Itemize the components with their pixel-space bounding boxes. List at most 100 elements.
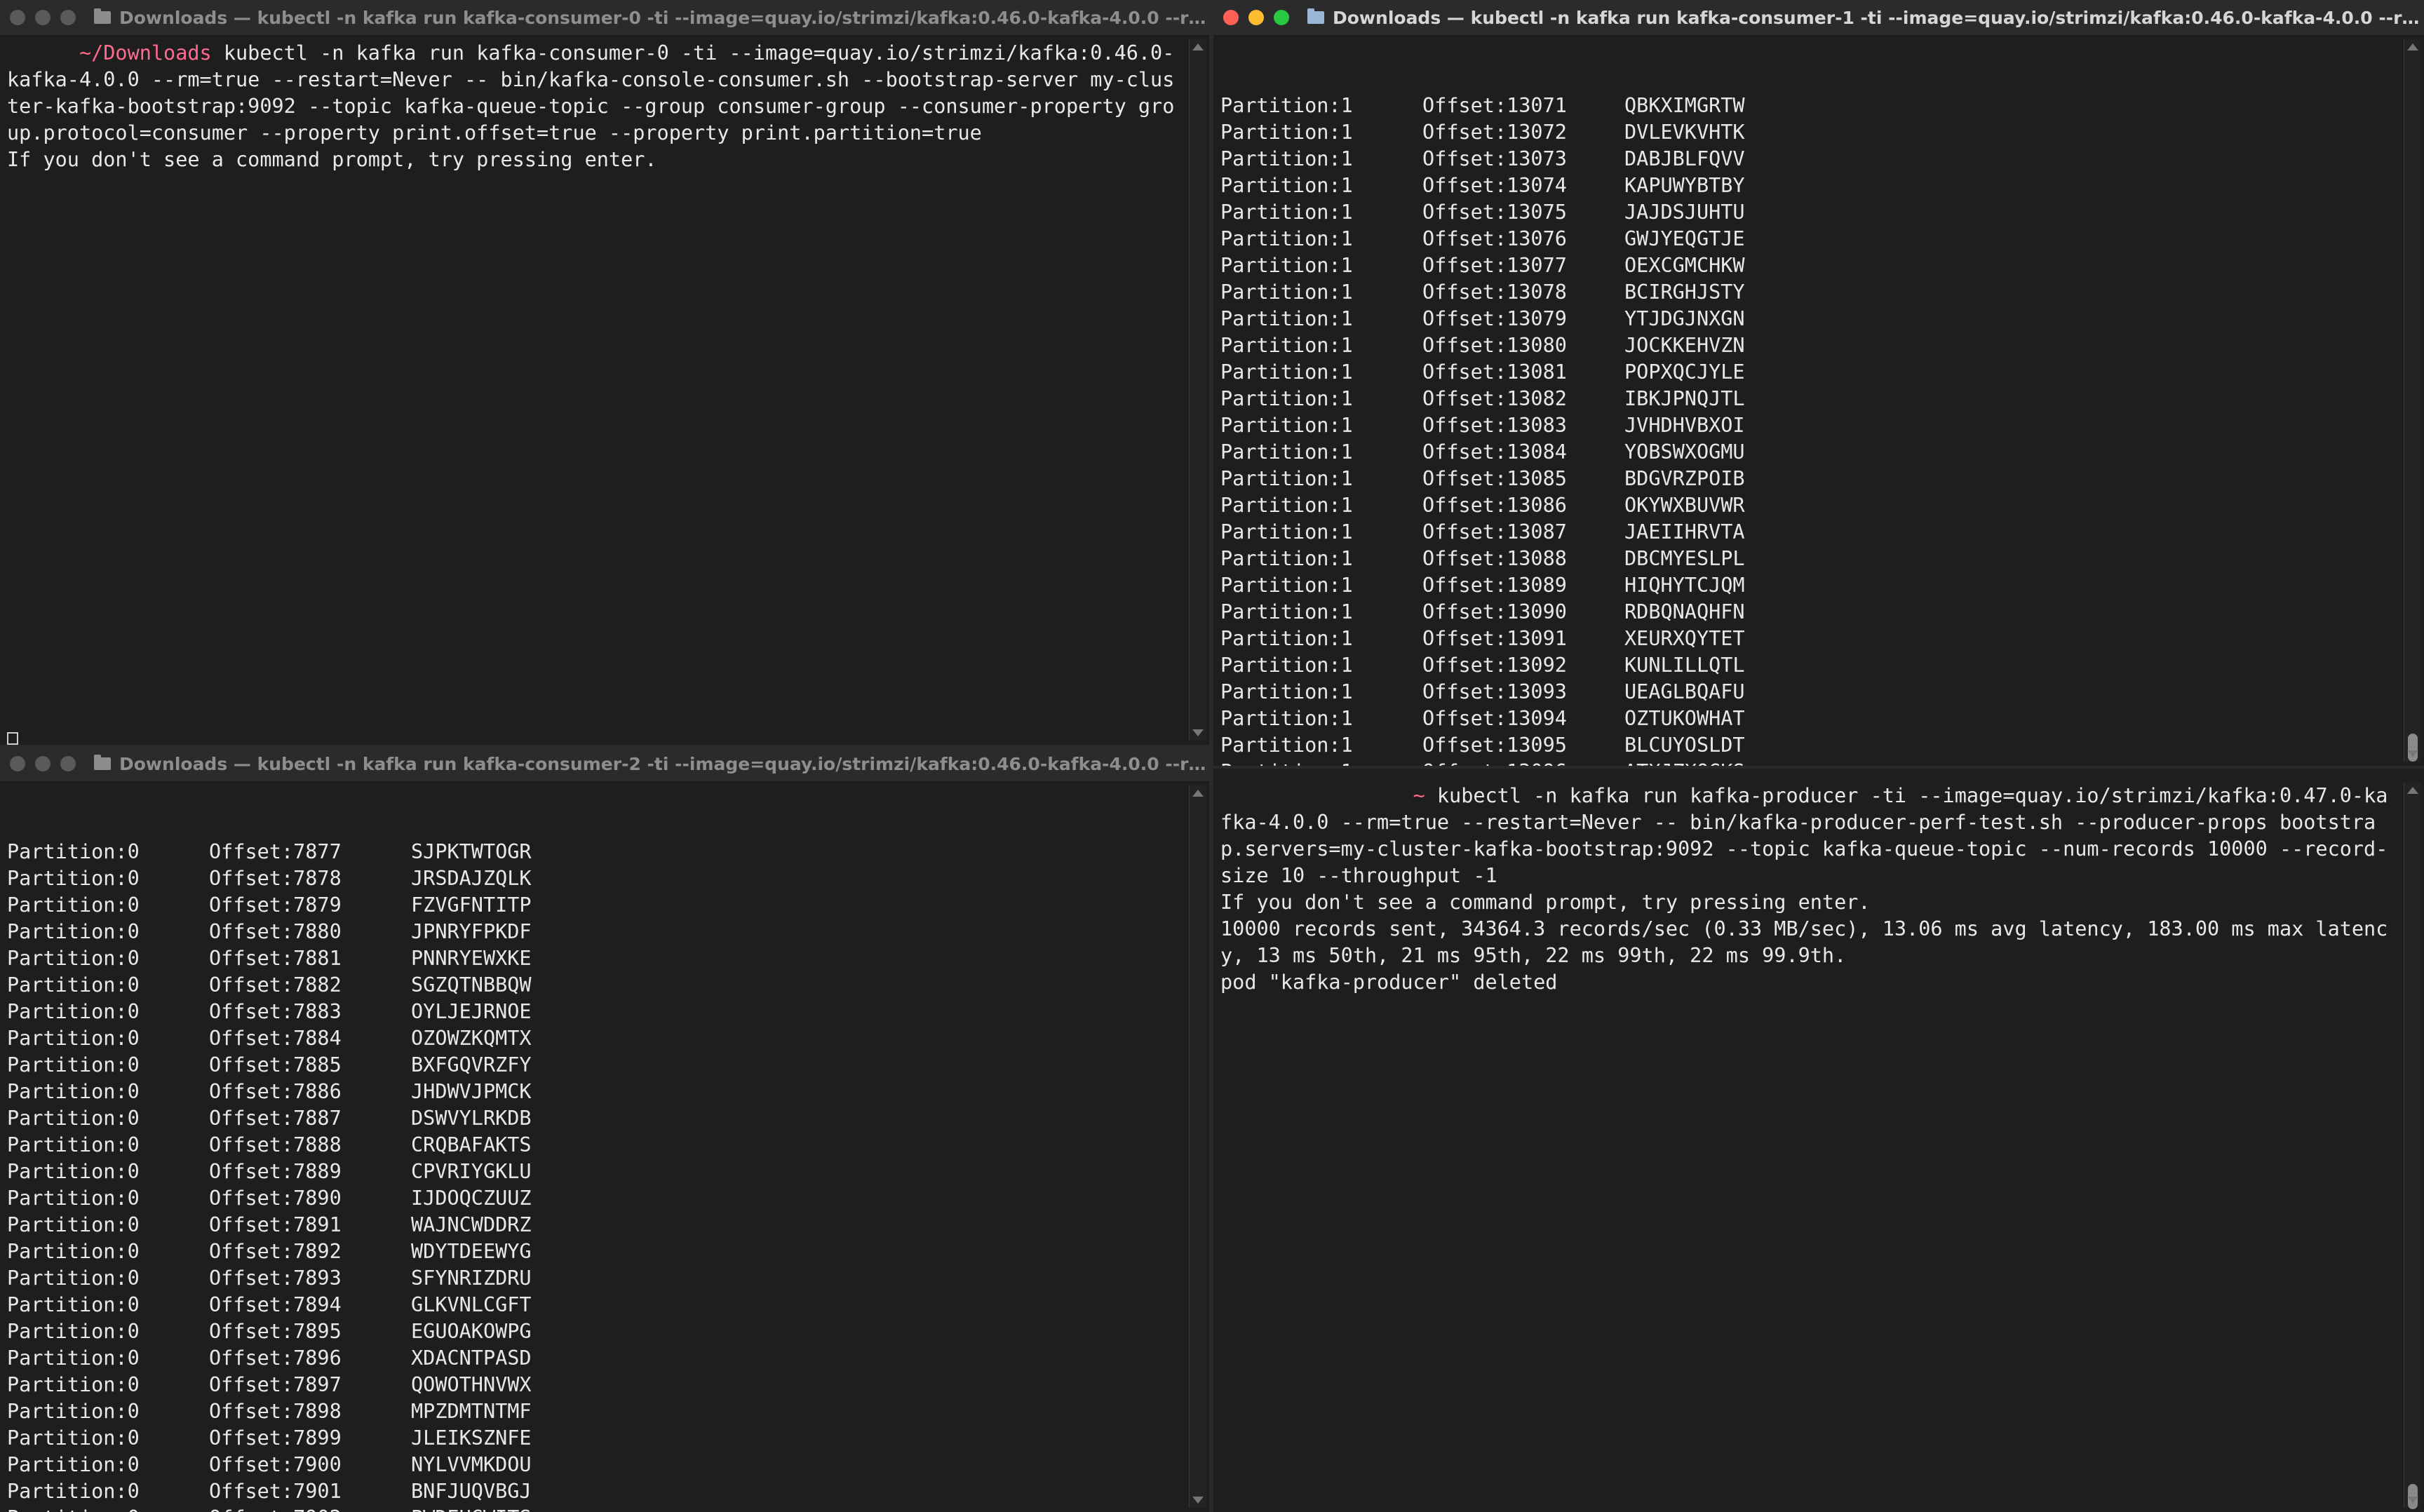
partition-cell: Partition:0 (7, 893, 140, 917)
hint-text: If you don't see a command prompt, try p… (7, 148, 657, 171)
record-row: Partition:0 Offset:7900 NYLVVMKDOU (7, 1452, 1181, 1478)
scrollbar[interactable] (2404, 783, 2421, 1509)
prompt-path: ~ (1413, 784, 1425, 807)
scroll-down-icon[interactable] (2407, 750, 2418, 757)
record-row: Partition:0 Offset:7886 JHDWVJPMCK (7, 1079, 1181, 1105)
value-cell: WAJNCWDDRZ (411, 1213, 532, 1236)
offset-cell: Offset:7887 (209, 1107, 342, 1130)
record-row: Partition:1 Offset:13082 IBKJPNQJTL (1220, 386, 2396, 412)
record-row: Partition:1 Offset:13072 DVLEVKVHTK (1220, 119, 2396, 146)
zoom-icon[interactable] (60, 756, 76, 771)
offset-cell: Offset:13085 (1422, 467, 1567, 490)
partition-cell: Partition:0 (7, 1107, 140, 1130)
value-cell: QBKXIMGRTW (1624, 94, 1745, 117)
value-cell: XEURXQYTET (1624, 627, 1745, 650)
offset-cell: Offset:13082 (1422, 387, 1567, 410)
value-cell: OYLJEJRNOE (411, 1000, 532, 1023)
value-cell: POPXQCJYLE (1624, 360, 1745, 384)
zoom-icon[interactable] (60, 10, 76, 25)
offset-cell: Offset:13076 (1422, 227, 1567, 250)
scroll-down-icon[interactable] (1192, 729, 1204, 736)
scrollbar[interactable] (1189, 785, 1206, 1508)
folder-icon (94, 755, 111, 770)
value-cell: JVHDHVBXOI (1624, 414, 1745, 437)
partition-cell: Partition:1 (1220, 94, 1353, 117)
offset-cell: Offset:13071 (1422, 94, 1567, 117)
title-bar[interactable]: Downloads — kubectl -n kafka run kafka-c… (0, 746, 1209, 783)
value-cell: OZOWZKQMTX (411, 1027, 532, 1050)
title-bar[interactable]: Downloads — kubectl -n kafka run kafka-c… (1213, 0, 2424, 36)
terminal-window-consumer-2[interactable]: Downloads — kubectl -n kafka run kafka-c… (0, 746, 1209, 1512)
offset-cell: Offset:13092 (1422, 654, 1567, 677)
close-icon[interactable] (10, 10, 25, 25)
partition-cell: Partition:1 (1220, 707, 1353, 730)
scrollbar[interactable] (1189, 39, 1206, 741)
offset-cell: Offset:7882 (209, 973, 342, 997)
offset-cell: Offset:7901 (209, 1480, 342, 1503)
terminal-output[interactable]: Partition:0 Offset:7877 SJPKTWTOGR Partitio… (7, 785, 1181, 1512)
scroll-up-icon[interactable] (1192, 790, 1204, 797)
scroll-down-icon[interactable] (1192, 1497, 1204, 1504)
scroll-up-icon[interactable] (1192, 43, 1204, 50)
record-row: Partition:1 Offset:13076 GWJYEQGTJE (1220, 226, 2396, 252)
value-cell: IJDOQCZUUZ (411, 1187, 532, 1210)
record-list: Partition:1 Offset:13071 QBKXIMGRTW Partiti… (1220, 93, 2396, 766)
terminal-cursor (7, 732, 18, 745)
offset-cell: Offset:13079 (1422, 307, 1567, 330)
record-row: Partition:0 Offset:7899 JLEIKSZNFE (7, 1425, 1181, 1452)
value-cell: DBCMYESLPL (1624, 547, 1745, 570)
terminal-output[interactable]: Partition:1 Offset:13071 QBKXIMGRTW Partiti… (1220, 39, 2396, 766)
window-title: Downloads — kubectl -n kafka run kafka-c… (119, 753, 1209, 774)
partition-cell: Partition:0 (7, 1027, 140, 1050)
deleted-text: pod "kafka-producer" deleted (1220, 971, 1558, 994)
record-row: Partition:1Offset:13096ATXJZXQGKS (1220, 759, 2396, 766)
value-cell: YTJDGJNXGN (1624, 307, 1745, 330)
terminal-output[interactable]: ~ kubectl -n kafka run kafka-producer -t… (1220, 783, 2396, 1512)
record-row: Partition:1 Offset:13078 BCIRGHJSTY (1220, 279, 2396, 306)
scroll-up-icon[interactable] (2407, 787, 2418, 794)
record-row: Partition:0 Offset:7877 SJPKTWTOGR (7, 839, 1181, 865)
scroll-down-icon[interactable] (2407, 1497, 2418, 1504)
offset-cell: Offset:7885 (209, 1053, 342, 1076)
terminal-output[interactable]: ~/Downloads kubectl -n kafka run kafka-c… (7, 40, 1181, 745)
minimize-icon[interactable] (35, 10, 50, 25)
record-row: Partition:0 Offset:7887 DSWVYLRKDB (7, 1105, 1181, 1132)
offset-cell: Offset:13094 (1422, 707, 1567, 730)
window-title: Downloads — kubectl -n kafka run kafka-c… (1333, 7, 2424, 28)
value-cell: JRSDAJZQLK (411, 867, 532, 890)
minimize-icon[interactable] (1248, 10, 1264, 25)
zoom-icon[interactable] (1274, 10, 1289, 25)
scroll-thumb[interactable] (2408, 734, 2418, 762)
value-cell: DVLEVKVHTK (1624, 121, 1745, 144)
record-row: Partition:1 Offset:13077 OEXCGMCHKW (1220, 252, 2396, 279)
scroll-up-icon[interactable] (2407, 43, 2418, 50)
record-row: Partition:1 Offset:13083 JVHDHVBXOI (1220, 412, 2396, 439)
close-icon[interactable] (1223, 10, 1239, 25)
close-icon[interactable] (10, 756, 25, 771)
terminal-window-consumer-1[interactable]: Downloads — kubectl -n kafka run kafka-c… (1213, 0, 2424, 766)
minimize-icon[interactable] (35, 756, 50, 771)
value-cell: CRQBAFAKTS (411, 1133, 532, 1156)
offset-cell: Offset:7881 (209, 947, 342, 970)
offset-cell: Offset:7894 (209, 1293, 342, 1316)
offset-cell: Offset:7890 (209, 1187, 342, 1210)
partition-cell: Partition:1 (1220, 759, 1422, 766)
value-cell: IBKJPNQJTL (1624, 387, 1745, 410)
value-cell: NYLVVMKDOU (411, 1453, 532, 1476)
value-cell: RDBQNAQHFN (1624, 600, 1745, 623)
partition-cell: Partition:1 (1220, 547, 1353, 570)
terminal-window-consumer-0[interactable]: Downloads — kubectl -n kafka run kafka-c… (0, 0, 1209, 745)
title-bar[interactable]: Downloads — kubectl -n kafka run kafka-c… (0, 0, 1209, 36)
terminal-window-producer[interactable]: ~ kubectl -n kafka run kafka-producer -t… (1213, 769, 2424, 1512)
value-cell: JHDWVJPMCK (411, 1080, 532, 1103)
value-cell: SFYNRIZDRU (411, 1267, 532, 1290)
record-row: Partition:1 Offset:13092 KUNLILLQTL (1220, 652, 2396, 679)
record-row: Partition:1 Offset:13080 JOCKKEHVZN (1220, 332, 2396, 359)
value-cell: SJPKTWTOGR (411, 840, 532, 863)
offset-cell: Offset:7880 (209, 920, 342, 943)
record-list: Partition:0 Offset:7877 SJPKTWTOGR Partitio… (7, 839, 1181, 1512)
offset-cell: Offset:13095 (1422, 734, 1567, 757)
partition-cell: Partition:0 (7, 1320, 140, 1343)
scrollbar[interactable] (2404, 39, 2421, 762)
partition-cell: Partition:0 (7, 973, 140, 997)
